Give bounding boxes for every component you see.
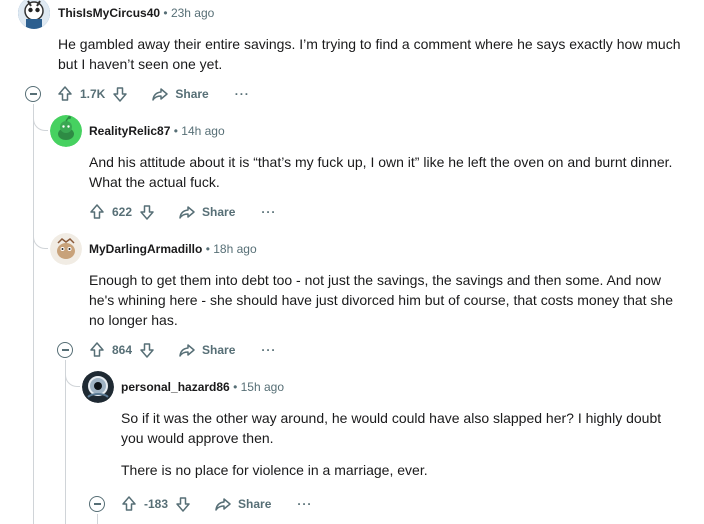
- vote-count: 622: [112, 205, 133, 219]
- thread-line-root: [33, 104, 34, 524]
- comment-meta: ThisIsMyCircus40 • 23h ago: [58, 6, 214, 20]
- author-name[interactable]: ThisIsMyCircus40: [58, 6, 160, 20]
- share-label: Share: [238, 497, 272, 511]
- comment-meta: personal_hazard86 • 15h ago: [121, 380, 284, 394]
- thread-connector: [65, 372, 80, 387]
- comment-body: So if it was the other way around, he wo…: [121, 408, 681, 492]
- upvote-icon[interactable]: [56, 85, 74, 103]
- comment-paragraph: So if it was the other way around, he wo…: [121, 410, 662, 446]
- avatar[interactable]: [18, 0, 50, 29]
- vote-count: -183: [144, 497, 169, 511]
- share-button[interactable]: Share: [178, 203, 235, 221]
- share-label: Share: [202, 343, 236, 357]
- thread-connector: [33, 116, 48, 131]
- more-options-button[interactable]: ···: [261, 343, 276, 357]
- upvote-icon[interactable]: [88, 341, 106, 359]
- more-options-button[interactable]: ···: [297, 497, 312, 511]
- share-icon: [178, 341, 196, 359]
- author-name[interactable]: MyDarlingArmadillo: [89, 242, 202, 256]
- timestamp[interactable]: 18h ago: [213, 242, 256, 256]
- more-options-button[interactable]: ···: [261, 205, 276, 219]
- comment-body: He gambled away their entire savings. I’…: [58, 34, 683, 86]
- downvote-icon[interactable]: [138, 203, 156, 221]
- timestamp[interactable]: 14h ago: [181, 124, 224, 138]
- collapse-button[interactable]: [25, 86, 41, 102]
- share-button[interactable]: Share: [214, 495, 271, 513]
- more-options-button[interactable]: ···: [235, 87, 250, 101]
- meta-separator: •: [173, 124, 178, 138]
- comment-actions: 622 Share ···: [88, 200, 276, 224]
- share-icon: [214, 495, 232, 513]
- vote-count: 864: [112, 343, 133, 357]
- avatar[interactable]: [82, 371, 114, 403]
- thread-line-level2: [65, 360, 66, 524]
- avatar[interactable]: [50, 233, 82, 265]
- comment-body: Enough to get them into debt too - not j…: [89, 270, 689, 342]
- meta-separator: •: [233, 380, 238, 394]
- downvote-icon[interactable]: [138, 341, 156, 359]
- comment-actions: -183 Share ···: [120, 492, 312, 516]
- upvote-icon[interactable]: [88, 203, 106, 221]
- downvote-icon[interactable]: [111, 85, 129, 103]
- share-label: Share: [202, 205, 236, 219]
- share-button[interactable]: Share: [178, 341, 235, 359]
- timestamp[interactable]: 15h ago: [241, 380, 284, 394]
- comment-paragraph: Enough to get them into debt too - not j…: [89, 272, 673, 328]
- upvote-icon[interactable]: [120, 495, 138, 513]
- share-icon: [151, 85, 169, 103]
- share-label: Share: [175, 87, 209, 101]
- timestamp[interactable]: 23h ago: [171, 6, 214, 20]
- collapse-button[interactable]: [57, 342, 73, 358]
- downvote-icon[interactable]: [174, 495, 192, 513]
- avatar[interactable]: [50, 115, 82, 147]
- thread-connector: [33, 234, 48, 249]
- collapse-button[interactable]: [89, 496, 105, 512]
- share-icon: [178, 203, 196, 221]
- comment-actions: 1.7K Share ···: [56, 82, 250, 106]
- author-name[interactable]: personal_hazard86: [121, 380, 230, 394]
- share-button[interactable]: Share: [151, 85, 209, 103]
- vote-count: 1.7K: [80, 87, 106, 101]
- comment-paragraph: He gambled away their entire savings. I’…: [58, 36, 681, 72]
- author-name[interactable]: RealityRelic87: [89, 124, 170, 138]
- comment-meta: MyDarlingArmadillo • 18h ago: [89, 242, 257, 256]
- comment-paragraph: And his attitude about it is “that’s my …: [89, 154, 673, 190]
- comment-actions: 864 Share ···: [88, 338, 276, 362]
- comment-paragraph: There is no place for violence in a marr…: [121, 462, 428, 478]
- thread-line-level3: [97, 514, 98, 524]
- meta-separator: •: [205, 242, 210, 256]
- comment-body: And his attitude about it is “that’s my …: [89, 152, 689, 204]
- comment-meta: RealityRelic87 • 14h ago: [89, 124, 225, 138]
- meta-separator: •: [163, 6, 168, 20]
